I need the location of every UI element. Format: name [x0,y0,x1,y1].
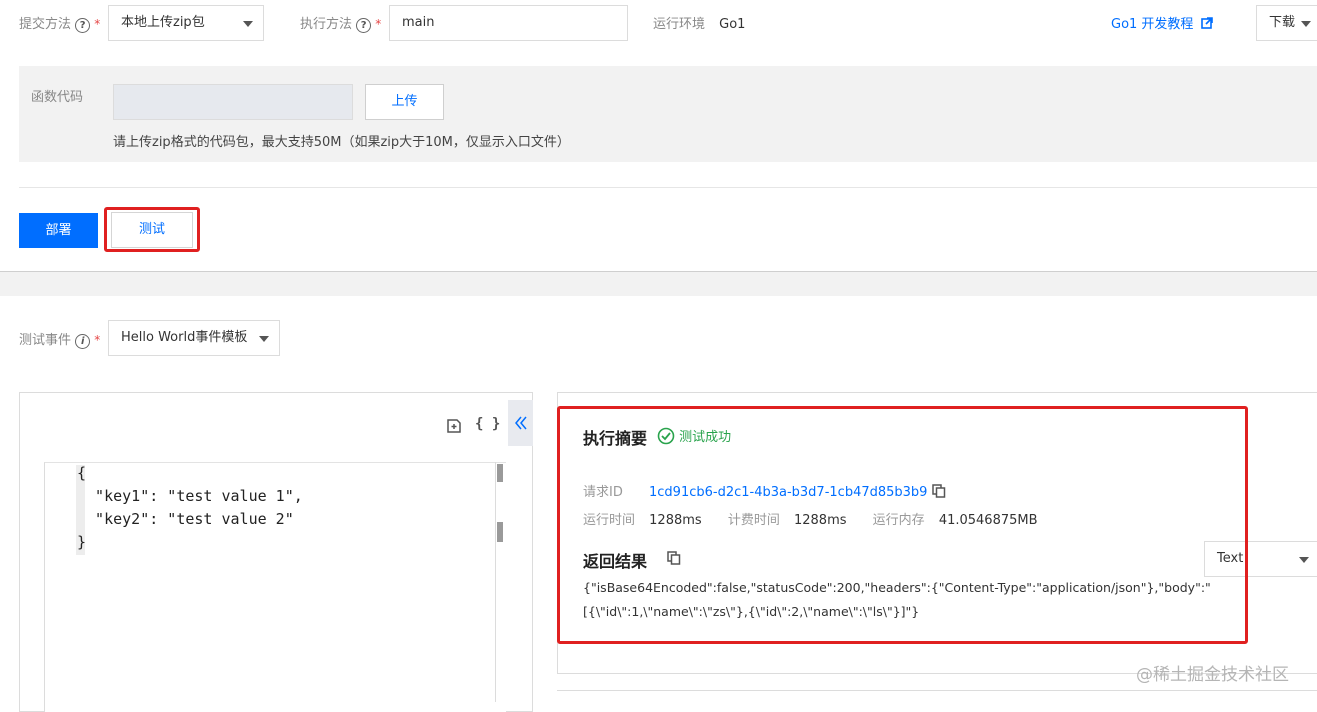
chevron-down-icon [1299,557,1309,563]
test-event-select[interactable]: Hello World事件模板 [108,320,280,356]
download-select[interactable]: 下载 [1256,5,1317,41]
code-line: "key1": "test value 1", [77,487,303,505]
highlight-box [104,207,200,252]
tutorial-link[interactable]: Go1 开发教程 [1111,13,1213,32]
divider [19,187,1317,188]
code-line: "key2": "test value 2" [77,510,294,528]
exec-method-input[interactable]: main [389,5,628,41]
help-icon[interactable]: ? [75,18,91,33]
result-panel-next [557,690,1317,703]
submit-method-label: 提交方法 ? * [19,17,101,33]
exec-method-label: 执行方法 ? * [300,17,382,33]
upload-hint: 请上传zip格式的代码包，最大支持50M（如果zip大于10M，仅显示入口文件） [113,135,570,150]
deploy-button[interactable]: 部署 [19,213,98,248]
code-line: } [77,533,87,551]
scrollbar-marker [497,522,503,542]
section-gap [0,272,1317,296]
scrollbar-thumb[interactable] [497,464,503,482]
chevron-down-icon [1301,21,1311,27]
highlight-box [557,406,1248,644]
function-code-label: 函数代码 [31,90,84,105]
double-chevron-left-icon [515,416,527,430]
chevron-down-icon [259,336,269,342]
save-template-icon[interactable] [446,418,462,434]
runtime-value: Go1 [719,17,746,32]
file-path-field[interactable] [113,84,353,120]
help-icon[interactable]: ? [356,18,372,33]
test-event-label: 测试事件 i * [19,333,101,349]
collapse-panel-button[interactable] [508,400,533,446]
chevron-down-icon [243,21,253,27]
external-link-icon [1200,17,1213,29]
upload-button[interactable]: 上传 [365,84,444,120]
code-line: { [77,464,87,482]
info-icon[interactable]: i [75,334,91,349]
runtime-info: 运行环境 Go1 [653,17,746,32]
watermark: @稀土掘金技术社区 [1136,665,1289,685]
format-json-icon[interactable]: { } [475,416,500,432]
submit-method-select[interactable]: 本地上传zip包 [108,5,264,41]
editor-divider [495,462,496,702]
